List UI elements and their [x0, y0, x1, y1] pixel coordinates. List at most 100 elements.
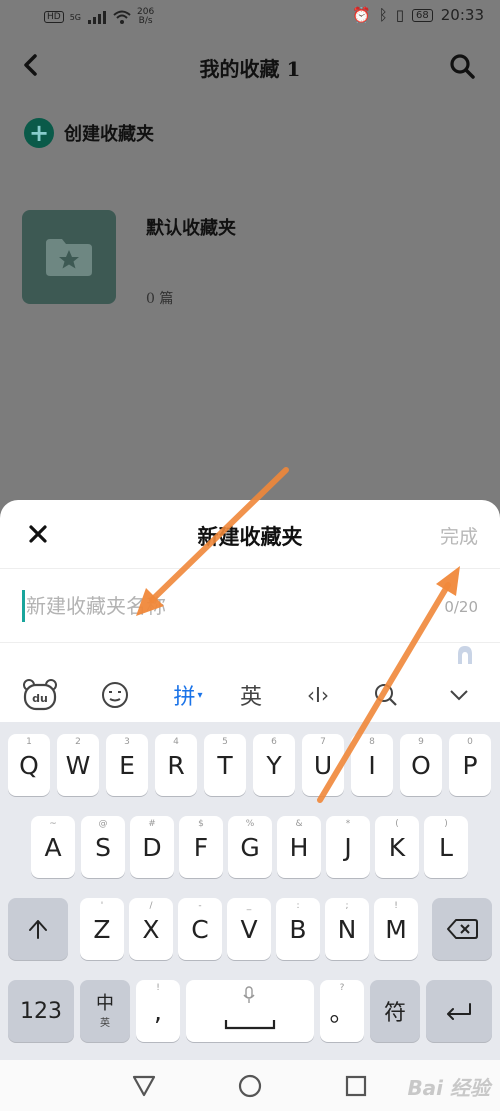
signal-icon [88, 11, 106, 24]
comma-key[interactable]: ! , [136, 980, 180, 1042]
key-sub: ! [156, 983, 160, 993]
key-label: U [313, 750, 333, 780]
key-label: J [344, 832, 352, 862]
key-label: Z [93, 914, 111, 944]
key-c[interactable]: -C [178, 898, 222, 960]
shift-key[interactable] [8, 898, 68, 960]
key-m[interactable]: ! M [374, 898, 418, 960]
key-v[interactable]: _ V [227, 898, 271, 960]
key-u[interactable]: 7U [302, 734, 344, 796]
language-switch-key[interactable]: 中 英 [80, 980, 130, 1042]
backspace-key[interactable] [432, 898, 492, 960]
key-f[interactable]: $ F [179, 816, 223, 878]
key-s[interactable]: @ S [81, 816, 125, 878]
key-sub: ' [100, 901, 104, 911]
search-icon[interactable] [448, 52, 476, 80]
status-right: ⏰ ᛒ ▯ 68 20:33 [352, 6, 484, 24]
key-label: Q [19, 750, 39, 780]
key-label: A [44, 832, 62, 862]
done-button[interactable]: 完成 [440, 522, 478, 549]
key-sub: $ [198, 819, 204, 829]
folder-thumbnail[interactable] [22, 210, 116, 304]
key-label: E [119, 750, 135, 780]
clock: 20:33 [440, 6, 484, 24]
key-label: G [240, 832, 260, 862]
emoji-icon[interactable] [98, 678, 132, 712]
pinyin-tab[interactable]: 拼 ▾ [166, 678, 210, 712]
cursor-move-icon[interactable]: ‹I› [298, 678, 338, 712]
folder-name-input[interactable] [26, 588, 416, 624]
ime-search-icon[interactable] [370, 678, 402, 712]
key-label: T [217, 750, 233, 780]
key-x[interactable]: / X [129, 898, 173, 960]
key-label: C [191, 914, 209, 944]
hd-badge: HD [44, 11, 64, 23]
key-k[interactable]: (K [375, 816, 419, 878]
key-g[interactable]: % G [228, 816, 272, 878]
sheet-title: 新建收藏夹 [197, 524, 303, 549]
alarm-icon: ⏰ [352, 6, 371, 24]
status-bar: HD 5G 206 B/s ⏰ ᛒ ▯ 68 20:33 [0, 0, 500, 36]
divider [0, 642, 500, 643]
key-w[interactable]: 2W [57, 734, 99, 796]
key-n[interactable]: ; N [325, 898, 369, 960]
key-y[interactable]: 6Y [253, 734, 295, 796]
plus-icon: + [24, 118, 54, 148]
key-label: F [193, 832, 209, 862]
folder-name[interactable]: 默认收藏夹 [146, 214, 236, 240]
key-t[interactable]: 5T [204, 734, 246, 796]
key-sub: _ [246, 901, 252, 911]
key-label: S [95, 832, 111, 862]
folder-name-row: 0/20 [0, 570, 500, 642]
key-sub: * [345, 819, 351, 829]
enter-key[interactable] [426, 980, 492, 1042]
key-h[interactable]: & H [277, 816, 321, 878]
numbers-key[interactable]: 123 [8, 980, 74, 1042]
cursor-glyph: ‹I› [307, 683, 329, 707]
key-i[interactable]: 8I [351, 734, 393, 796]
nav-back-icon[interactable] [130, 1072, 158, 1100]
key-sub: ! [394, 901, 398, 911]
nav-home-icon[interactable] [236, 1072, 264, 1100]
key-sub: 0 [467, 737, 473, 747]
folder-count: 0 篇 [146, 291, 174, 307]
key-sub: @ [98, 819, 108, 829]
key-r[interactable]: 4R [155, 734, 197, 796]
key-p[interactable]: 0P [449, 734, 491, 796]
symbols-label: 符 [383, 1001, 406, 1026]
key-z[interactable]: ' Z [80, 898, 124, 960]
english-tab[interactable]: 英 [234, 678, 268, 712]
period-key[interactable]: ? 。 [320, 980, 364, 1042]
key-sub: # [148, 819, 156, 829]
create-folder-label: 创建收藏夹 [64, 124, 154, 145]
du-logo-icon[interactable]: du [20, 678, 60, 712]
key-sub: % [245, 819, 255, 829]
key-sub: 3 [124, 737, 130, 747]
create-folder-button[interactable]: + 创建收藏夹 [24, 118, 154, 148]
key-label: , [154, 996, 162, 1026]
key-b[interactable]: :B [276, 898, 320, 960]
key-o[interactable]: 9O [400, 734, 442, 796]
key-d[interactable]: # D [130, 816, 174, 878]
key-sub: : [296, 901, 300, 911]
symbols-key[interactable]: 符 [370, 980, 420, 1042]
pinyin-dropdown-icon: ▾ [197, 689, 203, 701]
collapse-keyboard-icon[interactable] [444, 678, 474, 712]
key-sub: 1 [26, 737, 32, 747]
key-label: W [65, 750, 91, 780]
numbers-label: 123 [20, 998, 62, 1024]
key-label: L [439, 832, 453, 862]
keyboard-handle-icon[interactable] [456, 644, 474, 666]
nav-recents-icon[interactable] [342, 1072, 370, 1100]
key-e[interactable]: 3E [106, 734, 148, 796]
key-sub: / [149, 901, 153, 911]
key-q[interactable]: 1Q [8, 734, 50, 796]
wifi-icon [113, 10, 131, 24]
space-key[interactable] [186, 980, 314, 1042]
key-sub: 9 [418, 737, 424, 747]
bluetooth-icon: ᛒ [378, 6, 388, 24]
key-a[interactable]: ~ A [31, 816, 75, 878]
enter-icon [447, 1003, 471, 1020]
key-j[interactable]: * J [326, 816, 370, 878]
key-l[interactable]: ) L [424, 816, 468, 878]
